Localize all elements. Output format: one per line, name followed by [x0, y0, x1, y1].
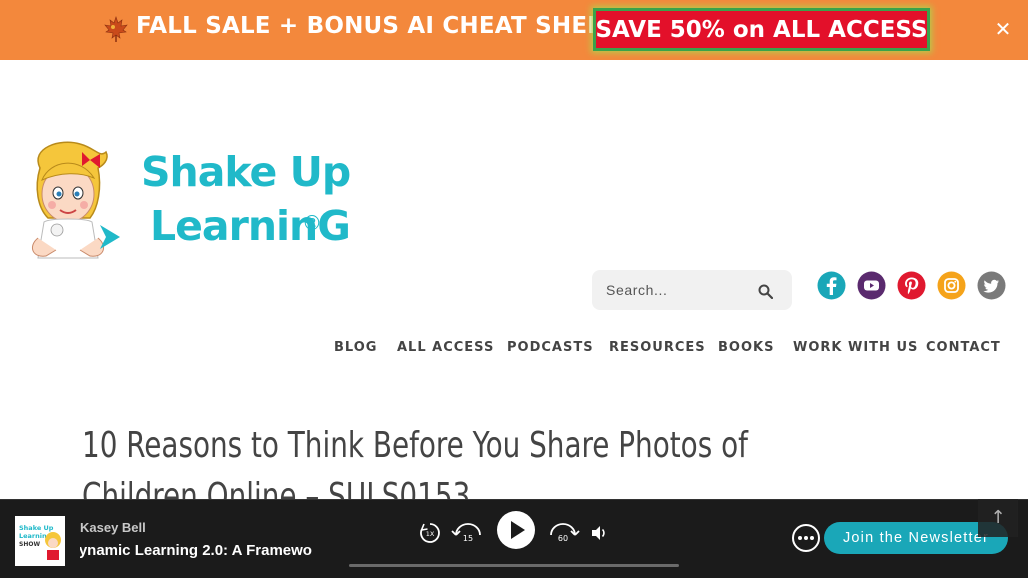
podcast-player: Shake Up Learning SHOW Kasey Bell Dynami…: [0, 499, 1028, 578]
pinterest-icon[interactable]: [897, 271, 926, 300]
player-episode-marquee: Dynamic Learning 2.0: A Framework: [80, 542, 312, 562]
svg-text:SHOW: SHOW: [19, 541, 40, 548]
more-options-icon[interactable]: [792, 524, 820, 552]
rewind-label: 15: [463, 534, 473, 543]
nav-item-blog[interactable]: BLOG: [334, 340, 377, 355]
forward-60-icon[interactable]: 60: [546, 520, 580, 546]
logo-text-line1: Shake Up: [141, 148, 351, 196]
promo-text: FALL SALE + BONUS AI CHEAT SHEETS: [136, 13, 636, 39]
search-input[interactable]: [606, 278, 746, 302]
playback-speed-icon[interactable]: 1X: [419, 522, 441, 544]
maple-leaf-icon: [104, 16, 128, 42]
nav-item-work-with-us[interactable]: WORK WITH US: [793, 340, 918, 355]
registered-mark: ®: [302, 211, 322, 235]
logo-arrow-icon: [100, 225, 120, 249]
rewind-15-icon[interactable]: 15: [451, 520, 485, 546]
scroll-to-top-button[interactable]: ↑: [978, 499, 1018, 537]
nav-item-resources[interactable]: RESOURCES: [609, 340, 706, 355]
promo-banner: FALL SALE + BONUS AI CHEAT SHEETS SAVE 5…: [0, 0, 1028, 60]
facebook-icon[interactable]: [817, 271, 846, 300]
nav-item-all-access[interactable]: ALL ACCESS: [397, 340, 494, 355]
cta-label[interactable]: SAVE 50% on ALL ACCESS: [595, 11, 927, 48]
player-author: Kasey Bell: [80, 520, 146, 535]
youtube-icon[interactable]: [857, 271, 886, 300]
volume-icon[interactable]: [590, 524, 608, 542]
site-logo[interactable]: Shake Up LearninG ®: [20, 138, 351, 266]
nav-item-podcasts[interactable]: PODCASTS: [507, 340, 594, 355]
nav-item-books[interactable]: BOOKS: [718, 340, 774, 355]
instagram-icon[interactable]: [937, 271, 966, 300]
close-icon[interactable]: ✕: [992, 18, 1014, 40]
twitter-icon[interactable]: [977, 271, 1006, 300]
play-button[interactable]: [496, 510, 536, 550]
svg-text:Shake Up: Shake Up: [19, 524, 54, 532]
arrow-up-icon: ↑: [990, 507, 1006, 528]
speed-label: 1X: [426, 530, 435, 538]
forward-label: 60: [558, 534, 568, 543]
podcast-artwork[interactable]: Shake Up Learning SHOW: [15, 516, 65, 566]
player-episode-title: Dynamic Learning 2.0: A Framework: [80, 542, 312, 559]
search-icon[interactable]: [758, 284, 773, 299]
nav-item-contact[interactable]: CONTACT: [926, 340, 1001, 355]
save-50-cta-button[interactable]: SAVE 50% on ALL ACCESS: [593, 8, 930, 51]
progress-bar[interactable]: [349, 564, 679, 567]
page-title-line1: 10 Reasons to Think Before You Share Pho…: [82, 425, 748, 466]
